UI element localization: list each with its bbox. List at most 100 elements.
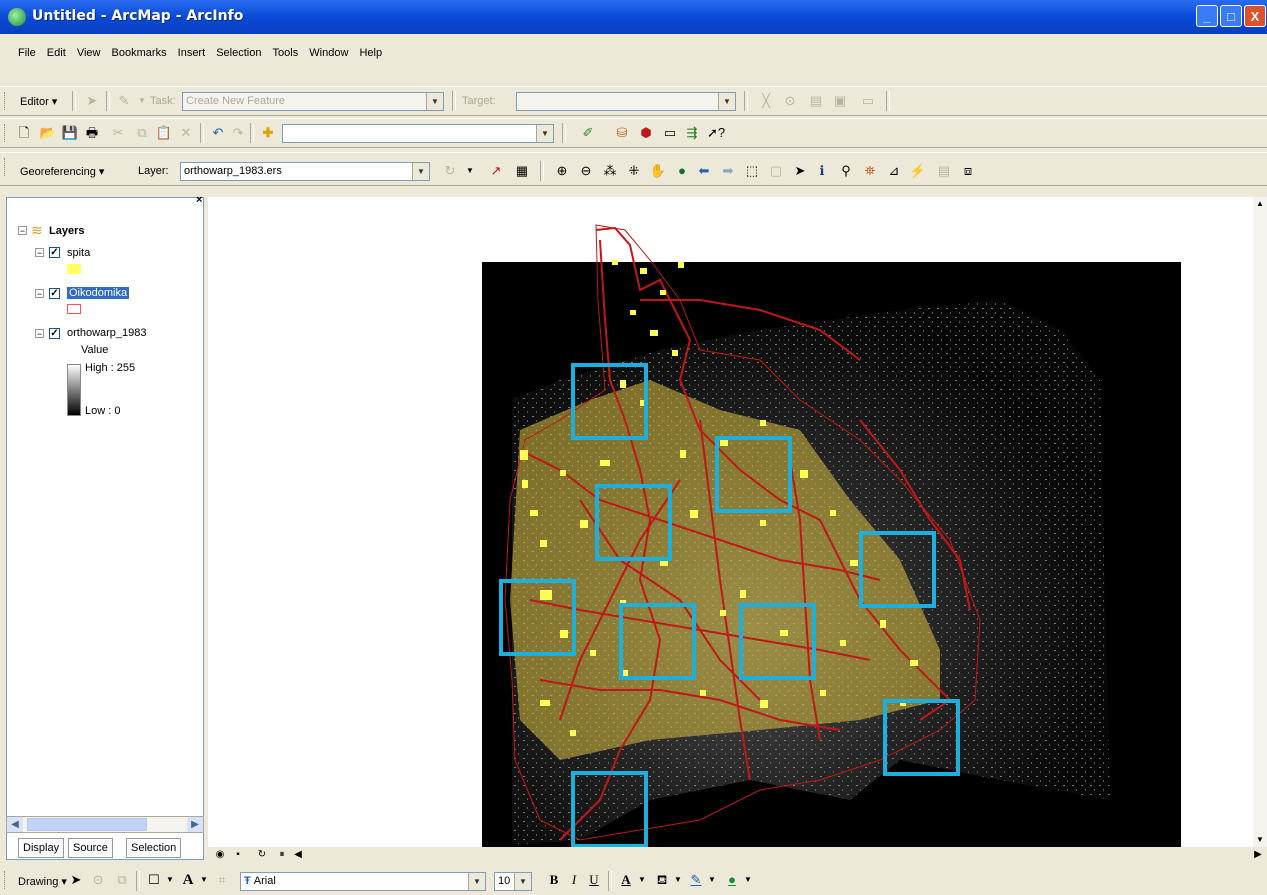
scroll-right-icon[interactable]: ▶ [1248,845,1267,865]
modelbuilder-icon[interactable]: ⇶ [682,123,702,143]
toolbar-grip[interactable] [4,158,8,176]
edit-vertices-icon[interactable]: ⌗ [212,870,232,890]
georeferencing-menu[interactable]: Georeferencing ▾ [20,165,104,178]
layer-name-oikodomika[interactable]: Oikodomika [67,287,130,299]
toolbar-grip[interactable] [4,871,8,889]
spita-symbol-swatch[interactable] [67,264,81,274]
select-elements-icon[interactable]: ➤ [790,161,810,181]
toc-horizontal-scrollbar[interactable]: ◀ ▶ [6,816,204,833]
select-elements-icon[interactable]: ➤ [66,870,86,890]
chevron-down-icon[interactable]: ▼ [468,873,485,890]
layer-visibility-checkbox[interactable]: ✓ [49,328,60,339]
whats-this-icon[interactable]: ➚? [706,123,726,143]
sketch-map-icon[interactable]: ▭ [858,91,878,111]
toolbar-grip[interactable] [4,92,8,110]
tab-selection[interactable]: Selection [126,838,182,858]
text-dropdown-icon[interactable]: ▼ [194,870,214,890]
layout-view-icon[interactable]: ◉ [210,845,230,865]
zoom-out-icon[interactable]: ⊖ [576,161,596,181]
editor-toolbar-icon[interactable]: ✐ [578,123,598,143]
scroll-left-icon[interactable]: ◀ [288,845,308,865]
layer-visibility-checkbox[interactable]: ✓ [49,288,60,299]
time-slider-icon[interactable]: ▤ [934,161,954,181]
close-button[interactable]: X [1244,5,1266,27]
hyperlink-icon[interactable]: ⚡ [908,161,928,181]
menu-window[interactable]: Window [305,44,352,62]
rotate-icon[interactable]: ↻ [440,161,460,181]
measure-icon[interactable]: ⊿ [884,161,904,181]
menu-bookmarks[interactable]: Bookmarks [108,44,171,62]
tab-display[interactable]: Display [18,838,65,858]
undo-icon[interactable]: ↶ [208,123,228,143]
find-route-icon[interactable]: ⛯ [860,161,880,181]
map-scale-combo[interactable]: ▼ [282,124,554,143]
zoom-in-icon[interactable]: ⊕ [552,161,572,181]
command-line-icon[interactable]: ▭ [660,123,680,143]
arctoolbox-icon[interactable]: ⬢ [636,123,656,143]
add-control-points-icon[interactable]: ↗ [486,161,506,181]
menu-file[interactable]: File [14,44,40,62]
collapse-layer-icon[interactable]: − [35,248,44,258]
fill-color-dropdown-icon[interactable]: ▼ [668,870,688,890]
open-folder-icon[interactable]: 📂 [38,123,58,143]
cut-icon[interactable]: ✂ [108,123,128,143]
menu-help[interactable]: Help [355,44,386,62]
editor-menu[interactable]: Editor ▾ [20,95,57,108]
menu-insert[interactable]: Insert [174,44,210,62]
oikodomika-symbol-swatch[interactable] [67,304,81,314]
rotate-element-icon[interactable]: ⊙ [88,870,108,890]
add-data-icon[interactable]: ✚ [258,123,278,143]
save-icon[interactable]: 💾 [60,123,80,143]
create-viewer-window-icon[interactable]: ⧈ [958,161,978,181]
font-combo[interactable]: Ŧ Arial ▼ [240,872,486,891]
chevron-down-icon[interactable]: ▼ [412,163,429,180]
data-view-icon[interactable]: ▪ [228,845,248,865]
rectangle-dropdown-icon[interactable]: ▼ [160,870,180,890]
layer-combo[interactable]: orthowarp_1983.ers ▼ [180,162,430,181]
forward-arrow-icon[interactable]: ➡ [718,161,738,181]
map-view[interactable] [208,197,1253,848]
copy-icon[interactable]: ⧉ [132,123,152,143]
minimize-button[interactable]: _ [1196,5,1218,27]
sketch-properties-icon[interactable]: ▣ [830,91,850,111]
delete-icon[interactable]: ✕ [176,123,196,143]
collapse-layer-icon[interactable]: − [35,329,44,339]
full-extent-globe-icon[interactable]: ● [672,161,692,181]
menu-tools[interactable]: Tools [269,44,303,62]
arccatalog-icon[interactable]: ⛁ [612,123,632,143]
selected-layer-label[interactable]: Oikodomika [67,287,130,299]
italic-button[interactable]: I [564,870,584,890]
zoom-whole-page-icon[interactable]: ⧉ [112,870,132,890]
layer-visibility-checkbox[interactable]: ✓ [49,247,60,258]
rotate-dropdown-icon[interactable]: ▼ [460,161,480,181]
chevron-down-icon[interactable]: ▼ [426,93,443,110]
close-icon[interactable]: × [196,194,202,206]
target-combo[interactable]: ▼ [516,92,736,111]
chevron-down-icon[interactable]: ▼ [718,93,735,110]
chevron-down-icon[interactable]: ▼ [536,125,553,142]
redo-icon[interactable]: ↷ [228,123,248,143]
new-document-icon[interactable]: 🗋 [14,123,34,143]
rotate-tool-icon[interactable]: ⊙ [780,91,800,111]
drawing-menu[interactable]: Drawing ▾ [18,875,67,888]
bold-button[interactable]: B [544,870,564,890]
line-color-dropdown-icon[interactable]: ▼ [702,870,722,890]
grayscale-ramp[interactable] [67,364,81,416]
pan-hand-icon[interactable]: ✋ [648,161,668,181]
attributes-icon[interactable]: ▤ [806,91,826,111]
split-tool-icon[interactable]: ╳ [756,91,776,111]
map-vertical-scrollbar[interactable]: ▲ ▼ [1253,197,1267,847]
menu-edit[interactable]: Edit [43,44,70,62]
task-combo[interactable]: Create New Feature ▼ [182,92,444,111]
data-frame-name[interactable]: Layers [49,225,84,237]
refresh-view-icon[interactable]: ↻ [252,845,272,865]
font-color-dropdown-icon[interactable]: ▼ [632,870,652,890]
sketch-tool-icon[interactable]: ✎ [114,91,134,111]
menu-selection[interactable]: Selection [212,44,265,62]
toolbar-grip[interactable] [4,124,8,142]
font-size-combo[interactable]: 10 ▼ [494,872,532,891]
sketch-dropdown-icon[interactable]: ▼ [132,91,152,111]
collapse-layer-icon[interactable]: − [35,289,44,299]
scroll-right-icon[interactable]: ▶ [187,817,203,832]
fixed-zoom-out-icon[interactable]: ⁜ [624,161,644,181]
